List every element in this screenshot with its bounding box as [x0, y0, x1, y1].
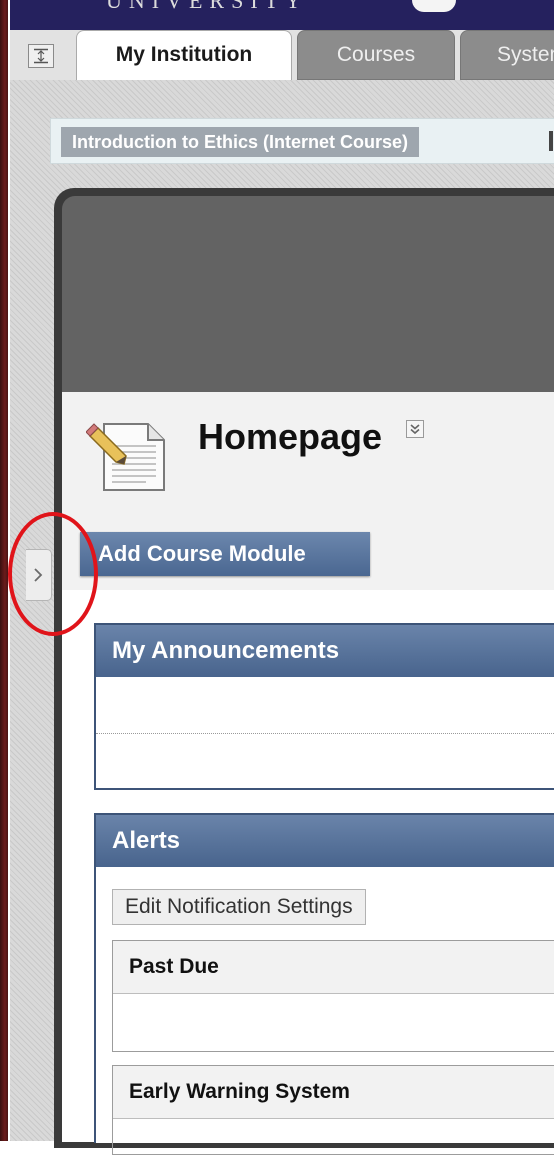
breadcrumb: Introduction to Ethics (Internet Course) — [50, 118, 554, 164]
alerts-module: Alerts Edit Notification Settings Past D… — [94, 813, 554, 1155]
page-title: Homepage — [198, 416, 383, 457]
tab-courses[interactable]: Courses — [297, 30, 455, 80]
early-warning-section: Early Warning System — [112, 1065, 554, 1155]
list-item — [96, 734, 554, 789]
institution-logo — [412, 0, 456, 12]
red-highlight-circle — [8, 512, 98, 636]
module-title: My Announcements — [96, 625, 554, 677]
institution-name: UNIVERSITY — [106, 0, 308, 13]
expand-collapse-icon[interactable] — [28, 44, 54, 68]
double-chevron-down-icon[interactable] — [406, 420, 424, 438]
course-banner — [62, 196, 554, 392]
announcements-module: My Announcements — [94, 623, 554, 790]
section-title: Past Due — [113, 941, 554, 994]
list-item — [96, 677, 554, 734]
add-course-module-button[interactable]: Add Course Module — [80, 532, 370, 576]
edit-notification-settings-button[interactable]: Edit Notification Settings — [112, 889, 366, 925]
institution-header: UNIVERSITY — [10, 0, 554, 30]
module-title: Alerts — [96, 815, 554, 867]
document-page-icon — [85, 410, 170, 499]
tab-system[interactable]: System — [460, 30, 554, 80]
section-title: Early Warning System — [113, 1066, 554, 1119]
breadcrumb-separator — [549, 131, 553, 151]
tab-my-institution[interactable]: My Institution — [76, 30, 292, 81]
past-due-section: Past Due — [112, 940, 554, 1052]
window-left-border — [0, 0, 8, 1141]
tab-bar: My Institution Courses System — [10, 30, 554, 81]
breadcrumb-course-link[interactable]: Introduction to Ethics (Internet Course) — [61, 127, 419, 157]
